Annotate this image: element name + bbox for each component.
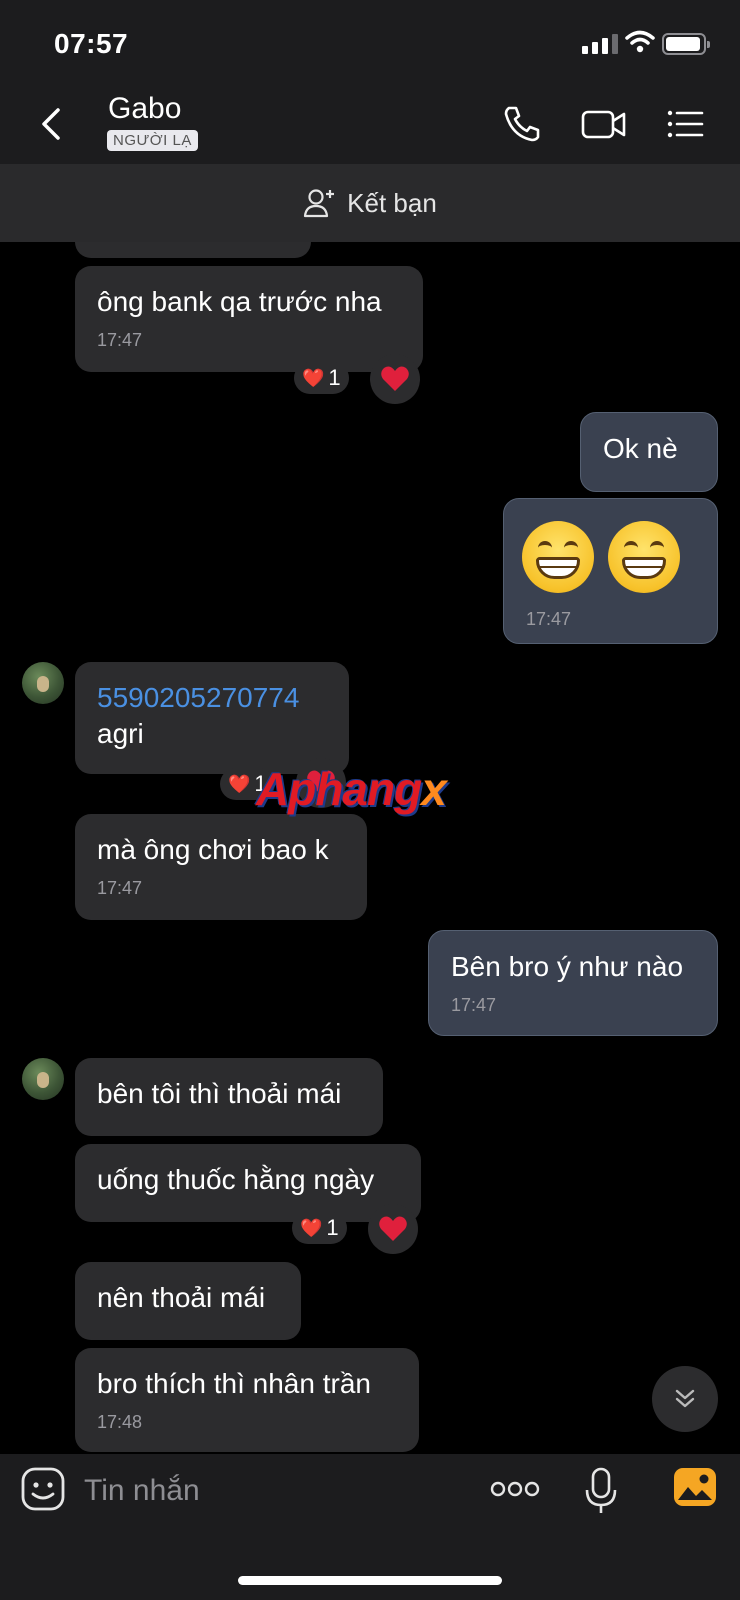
grinning-face-icon — [608, 521, 680, 593]
message-bubble-sent[interactable]: 17:47 — [503, 498, 718, 644]
avatar[interactable] — [22, 1058, 64, 1100]
back-button[interactable] — [32, 102, 72, 146]
gallery-icon[interactable] — [672, 1466, 718, 1508]
message-bubble[interactable]: ông bank qa trước nha 17:47 — [75, 266, 423, 372]
message-bubble[interactable]: uống thuốc hằng ngày — [75, 1144, 421, 1222]
react-heart-button[interactable] — [370, 354, 420, 404]
message-time: 17:47 — [451, 995, 497, 1015]
more-options-icon[interactable] — [490, 1478, 540, 1500]
status-bar: 07:57 — [0, 0, 740, 84]
message-text: Bên bro ý như nào — [451, 951, 684, 982]
message-bubble[interactable]: bro thích thì nhân trần 17:48 — [75, 1348, 419, 1452]
message-bubble-partial[interactable] — [75, 242, 311, 258]
reaction-summary[interactable]: ❤️ 1 — [292, 1212, 347, 1244]
message-time: 17:47 — [97, 878, 143, 898]
message-text: bên tôi thì thoải mái — [97, 1078, 342, 1109]
battery-icon — [662, 33, 710, 55]
chat-header: Gabo NGƯỜI LẠ — [0, 84, 740, 164]
status-time: 07:57 — [54, 28, 129, 59]
heart-icon: ❤️ — [302, 367, 325, 388]
message-list[interactable]: ông bank qa trước nha 17:47 ❤️ 1 Ok nè 1… — [0, 242, 740, 1454]
home-indicator[interactable] — [238, 1576, 502, 1585]
message-text: bro thích thì nhân trần — [97, 1368, 371, 1399]
phone-call-icon[interactable] — [500, 102, 544, 146]
message-text: Ok nè — [603, 433, 678, 464]
scroll-to-bottom-button[interactable] — [652, 1366, 718, 1432]
stranger-badge: NGƯỜI LẠ — [107, 130, 198, 151]
watermark-logo: Aphangx — [256, 763, 447, 815]
message-text: ông bank qa trước nha — [97, 286, 382, 317]
menu-list-icon[interactable] — [664, 102, 708, 146]
video-call-icon[interactable] — [580, 102, 628, 146]
contact-name[interactable]: Gabo — [108, 92, 181, 126]
message-bubble-sent[interactable]: Ok nè — [580, 412, 718, 492]
message-time: 17:48 — [97, 1412, 143, 1432]
heart-icon — [379, 1216, 407, 1241]
message-time: 17:47 — [526, 609, 572, 629]
reaction-count: 1 — [326, 1215, 339, 1240]
grinning-face-icon — [522, 521, 594, 593]
reaction-summary[interactable]: ❤️ 1 — [294, 362, 349, 394]
sticker-icon[interactable] — [20, 1466, 66, 1512]
add-friend-label: Kết bạn — [347, 187, 437, 218]
microphone-icon[interactable] — [584, 1466, 618, 1516]
cellular-signal-icon — [582, 34, 618, 54]
heart-icon: ❤️ — [228, 773, 251, 794]
double-chevron-down-icon — [675, 1389, 695, 1408]
message-text: nên thoải mái — [97, 1282, 266, 1313]
account-number-link[interactable]: 5590205270774 — [97, 682, 299, 713]
heart-icon: ❤️ — [300, 1217, 323, 1238]
message-text: agri — [97, 718, 144, 749]
message-time: 17:47 — [97, 330, 143, 350]
avatar[interactable] — [22, 662, 64, 704]
message-text: mà ông chơi bao k — [97, 834, 329, 865]
message-input[interactable] — [84, 1470, 464, 1512]
message-bubble[interactable]: nên thoải mái — [75, 1262, 301, 1340]
message-bubble[interactable]: bên tôi thì thoải mái — [75, 1058, 383, 1136]
add-friend-button[interactable]: Kết bạn — [0, 164, 740, 242]
message-text: uống thuốc hằng ngày — [97, 1164, 375, 1195]
message-bubble[interactable]: 5590205270774 agri — [75, 662, 349, 774]
react-heart-button[interactable] — [368, 1204, 418, 1254]
message-bubble-sent[interactable]: Bên bro ý như nào 17:47 — [428, 930, 718, 1036]
wifi-icon — [625, 30, 655, 53]
message-bubble[interactable]: mà ông chơi bao k 17:47 — [75, 814, 367, 920]
add-user-icon — [304, 189, 335, 218]
heart-icon — [381, 366, 409, 391]
reaction-count: 1 — [328, 365, 341, 390]
